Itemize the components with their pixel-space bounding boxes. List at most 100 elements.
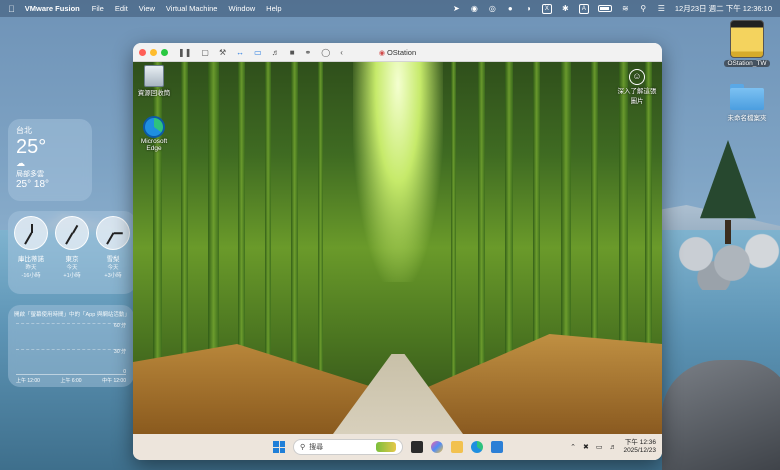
taskbar-center: ⚲ 搜尋 — [273, 439, 503, 455]
clock-offset: +1小時 — [63, 273, 81, 279]
minute-hand — [24, 232, 33, 245]
clock-offset: +3小時 — [104, 273, 122, 279]
edge-taskbar-icon[interactable] — [471, 441, 483, 453]
window-controls — [139, 48, 168, 56]
hour-hand — [72, 224, 78, 234]
store-icon[interactable] — [491, 441, 503, 453]
task-view-icon[interactable] — [411, 441, 423, 453]
clock-day: 今天 — [66, 265, 78, 271]
volume-icon[interactable]: ♬ — [609, 444, 616, 451]
edge-shortcut[interactable]: Microsoft Edge — [135, 116, 173, 152]
wifi-icon[interactable]: ≋ — [621, 4, 630, 13]
network-arrows-icon[interactable]: ↔ — [236, 48, 244, 57]
recycle-bin-shortcut[interactable]: 資源回收筒 — [135, 65, 173, 97]
hour-hand — [31, 224, 33, 233]
chat-bubble-icon[interactable]: ◉ — [470, 4, 479, 13]
folder-icon — [730, 84, 764, 110]
display-icon[interactable]: ▭ — [596, 443, 603, 451]
wallpaper-tree — [700, 140, 756, 244]
minute-hand — [106, 232, 115, 245]
apple-menu-icon[interactable]:  — [8, 4, 15, 14]
input-a-icon[interactable]: A — [578, 3, 589, 14]
vm-titlebar[interactable]: ❚❚ ▢ ⚒ ↔ ▭ ♬ ■ ⚭ ◯ ‹ ◉ OStation — [133, 43, 662, 62]
camera-icon[interactable]: ■ — [290, 48, 295, 57]
clock-face-icon — [55, 216, 89, 250]
usb-icon[interactable]: ⚭ — [305, 48, 312, 57]
learn-picture-shortcut[interactable]: ☺ 深入了解這張圖片 — [617, 69, 657, 105]
clock-city: 雪梨 — [106, 256, 120, 263]
control-center-icon[interactable]: ☰ — [657, 4, 666, 13]
hour-hand — [113, 232, 123, 234]
weather-hilo: 25° 18° — [16, 179, 50, 190]
world-clock-widget[interactable]: 庫比蒂諾 昨天 -16小時 東京 今天 +1小時 雪梨 今天 +3小時 — [8, 211, 136, 294]
sound-icon[interactable]: ♬ — [272, 48, 280, 57]
folder-label: 未命名檔案夾 — [727, 115, 767, 122]
x-label: 中午 12:00 — [102, 378, 126, 384]
weather-widget[interactable]: 台北 25° ☁ 局部多雲 25° 18° — [8, 119, 92, 201]
clock-face-icon — [96, 216, 130, 250]
y-label: 30 分 — [114, 349, 126, 355]
clock-item: 雪梨 今天 +3小時 — [94, 216, 132, 289]
taskbar-clock[interactable]: 下午 12:36 2025/12/23 — [623, 439, 656, 455]
system-tray: ⌃ ✖ ▭ ♬ 下午 12:36 2025/12/23 — [570, 439, 656, 455]
battery-icon[interactable] — [597, 5, 612, 12]
recycle-bin-icon — [144, 65, 164, 87]
vm-app-icon: ◉ — [378, 49, 385, 57]
menu-file[interactable]: File — [92, 4, 104, 13]
menu-view[interactable]: View — [139, 4, 155, 13]
desktop-drive[interactable]: OStation_TW — [718, 20, 776, 67]
settings-wrench-icon[interactable]: ⚒ — [219, 48, 226, 57]
pause-icon[interactable]: ❚❚ — [178, 48, 191, 57]
clock-city: 庫比蒂諾 — [18, 256, 44, 263]
hard-disk-icon[interactable]: ▭ — [254, 48, 262, 57]
desktop-folder[interactable]: 未命名檔案夾 — [718, 84, 776, 122]
copilot-icon[interactable] — [431, 441, 443, 453]
screen-time-x-axis: 上午 12:00 上午 6:00 中午 12:00 — [16, 377, 126, 384]
clock-city: 東京 — [65, 256, 79, 263]
wechat-icon[interactable]: ● — [506, 4, 515, 13]
x-box-icon[interactable]: X — [541, 3, 552, 14]
search-icon[interactable]: ⚲ — [639, 4, 648, 13]
clock-day: 今天 — [107, 265, 119, 271]
drive-label: OStation_TW — [724, 60, 770, 67]
windows-desktop[interactable]: 資源回收筒 Microsoft Edge ☺ 深入了解這張圖片 — [133, 62, 662, 434]
screen-time-widget[interactable]: 開啟「螢幕使用時間」中的「App 與網站活動」 60 分 30 分 0 上午 1… — [8, 305, 134, 387]
camera-info-icon: ☺ — [629, 69, 645, 85]
vm-toolbar: ❚❚ ▢ ⚒ ↔ ▭ ♬ ■ ⚭ ◯ ‹ — [178, 48, 343, 57]
taskbar-search-input[interactable]: ⚲ 搜尋 — [293, 439, 403, 455]
learn-picture-label: 深入了解這張圖片 — [617, 88, 657, 105]
clock-item: 東京 今天 +1小時 — [53, 216, 91, 289]
globe-icon[interactable]: ◎ — [488, 4, 497, 13]
clock-offset: -16小時 — [21, 273, 41, 279]
minute-hand — [65, 232, 74, 245]
y-label: 0 — [123, 369, 126, 375]
taskbar-date: 2025/12/23 — [623, 447, 656, 454]
chevron-up-icon[interactable]: ⌃ — [570, 443, 576, 451]
back-chevron-icon[interactable]: ‹ — [340, 48, 343, 57]
shield-icon[interactable]: ◯ — [321, 48, 330, 57]
file-explorer-icon[interactable] — [451, 441, 463, 453]
menu-virtual-machine[interactable]: Virtual Machine — [166, 4, 218, 13]
rocket-icon[interactable]: ➤ — [452, 4, 461, 13]
close-button[interactable] — [139, 48, 146, 56]
wallpaper-rock — [662, 360, 780, 470]
minimize-button[interactable] — [150, 48, 157, 56]
windows-start-icon[interactable] — [273, 441, 285, 453]
weather-temp: 25° — [16, 136, 47, 158]
menu-edit[interactable]: Edit — [115, 4, 128, 13]
close-circle-icon[interactable]: ✖ — [583, 443, 589, 451]
snapshot-icon[interactable]: ▢ — [201, 48, 209, 57]
clock-day: 昨天 — [25, 265, 37, 271]
fullscreen-button[interactable] — [161, 48, 168, 56]
edge-icon — [143, 116, 165, 138]
search-icon: ⚲ — [300, 444, 306, 451]
moon-icon[interactable]: ◑ — [524, 4, 533, 13]
menu-app-name[interactable]: VMware Fusion — [25, 4, 80, 13]
window-title-text: OStation — [386, 47, 417, 57]
clock-item: 庫比蒂諾 昨天 -16小時 — [12, 216, 50, 289]
menubar-clock[interactable]: 12月23日 週二 下午 12:36:10 — [675, 3, 772, 14]
menu-window[interactable]: Window — [228, 4, 255, 13]
bluetooth-icon[interactable]: ✱ — [561, 4, 570, 13]
vm-window[interactable]: ❚❚ ▢ ⚒ ↔ ▭ ♬ ■ ⚭ ◯ ‹ ◉ OStation 資源回收筒 Mi… — [133, 43, 662, 460]
menu-help[interactable]: Help — [266, 4, 281, 13]
